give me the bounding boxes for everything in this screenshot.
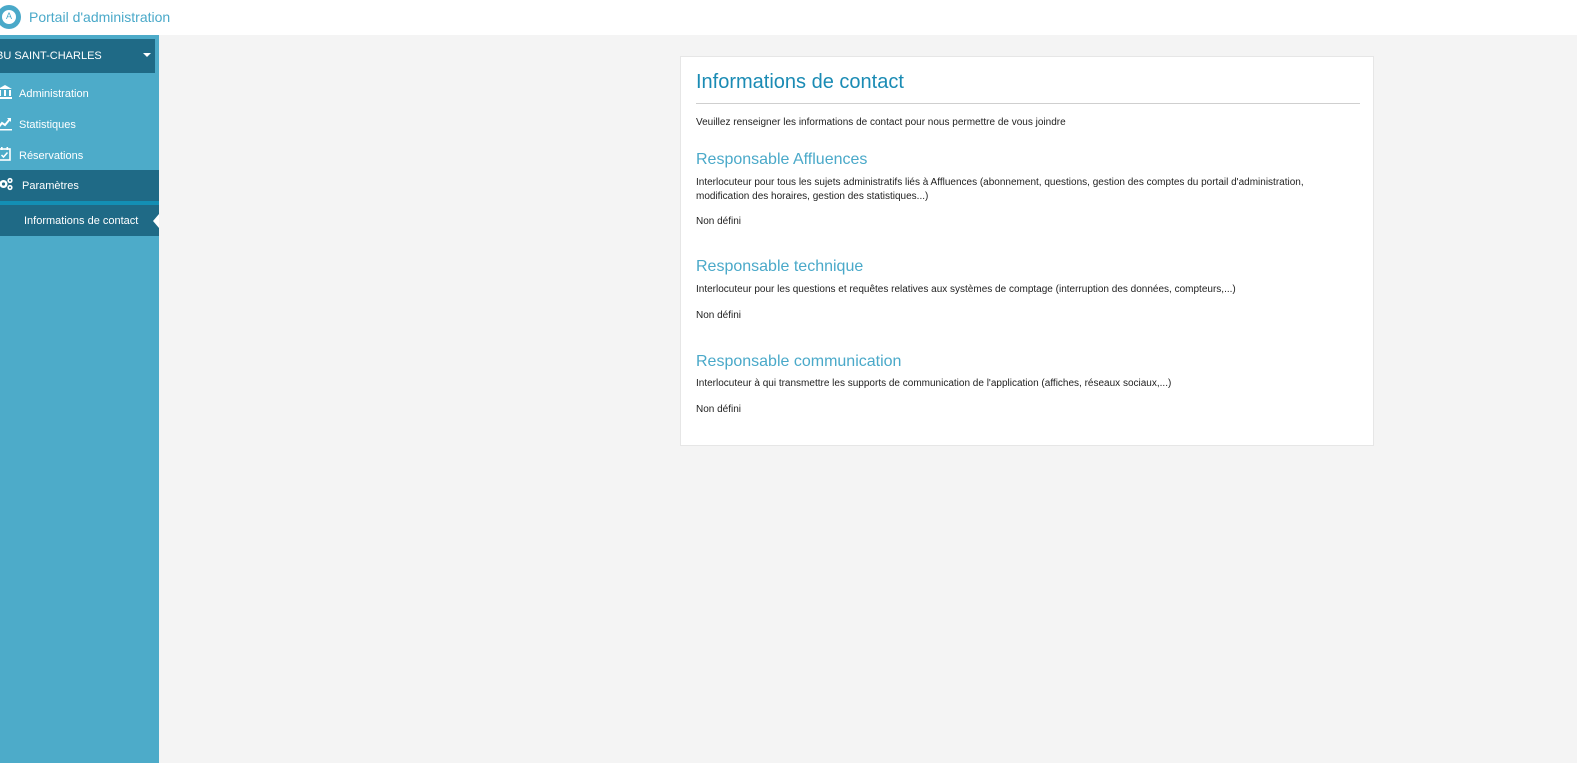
top-bar: A Portail d'administration [0,0,1577,35]
page-title: Informations de contact [696,71,904,93]
caret-down-icon [143,53,151,57]
gears-icon [0,176,14,192]
sidebar-item-parametres[interactable]: Paramètres [0,170,159,201]
title-divider [696,103,1360,104]
logo-glyph: A [1,9,17,25]
sidebar: BU SAINT-CHARLES Administration Statisti… [0,35,159,763]
section-title-affluences: Responsable Affluences [696,151,868,168]
chart-line-icon [0,115,12,131]
sidebar-item-label: Paramètres [22,180,79,192]
sidebar-item-label: Administration [19,88,89,100]
affluences-logo-icon[interactable]: A [0,5,21,29]
section-description-affluences: Interlocuteur pour tous les sujets admin… [696,177,1304,202]
sidebar-item-label: Réservations [19,150,84,162]
sidebar-item-reservations[interactable]: Réservations [0,140,159,171]
sidebar-item-administration[interactable]: Administration [0,78,159,109]
section-title-communication: Responsable communication [696,353,902,370]
bank-icon [0,84,12,100]
intro-text: Veuillez renseigner les informations de … [696,117,1066,128]
sidebar-item-statistiques[interactable]: Statistiques [0,109,159,140]
section-description-communication: Interlocuteur à qui transmettre les supp… [696,378,1172,389]
app-title[interactable]: Portail d'administration [29,9,170,25]
section-value-technique: Non défini [696,310,742,321]
sidebar-subitem-contact-info[interactable]: Informations de contact [0,205,159,236]
section-description-technique: Interlocuteur pour les questions et requ… [696,284,1236,295]
sidebar-subitem-label: Informations de contact [24,215,139,227]
sidebar-item-label: Statistiques [19,119,76,131]
contact-info-card: Informations de contact Veuillez renseig… [680,56,1374,446]
section-title-technique: Responsable technique [696,258,864,275]
calendar-check-icon [0,146,12,162]
active-pointer-icon [153,214,159,228]
section-value-affluences: Non défini [696,216,742,227]
site-selector-dropdown[interactable]: BU SAINT-CHARLES [0,39,155,73]
site-selector-label: BU SAINT-CHARLES [0,50,102,62]
section-value-communication: Non défini [696,404,742,415]
